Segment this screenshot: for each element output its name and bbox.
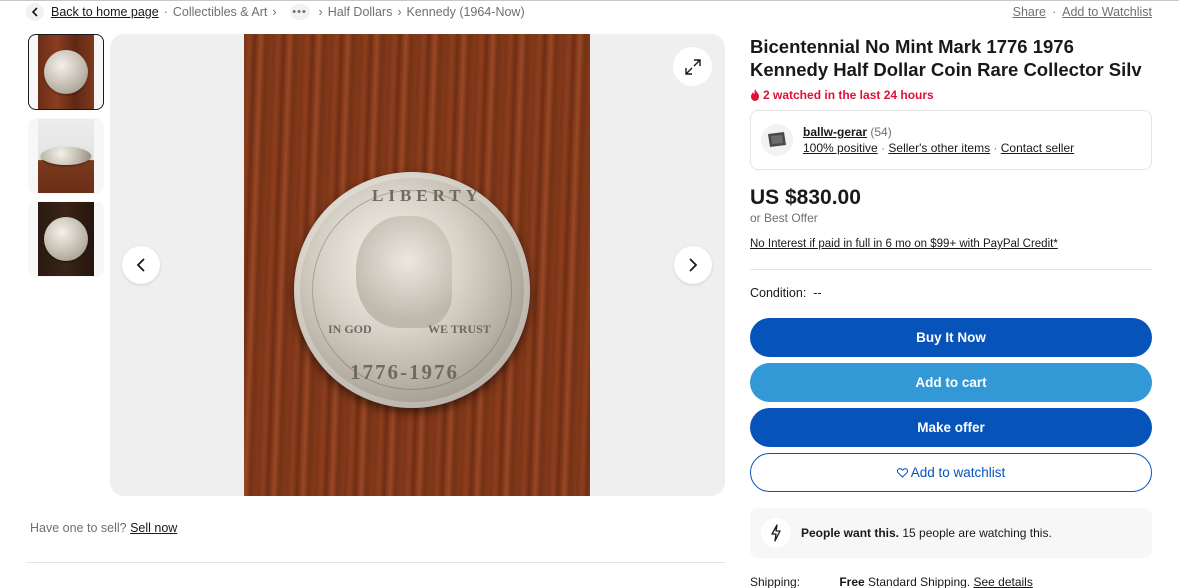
add-to-watchlist-link[interactable]: Add to Watchlist (1062, 5, 1152, 19)
heart-icon (896, 467, 908, 478)
coin-obverse-thumb (44, 50, 88, 94)
expand-image-button[interactable] (673, 47, 712, 86)
seller-logo-icon (768, 132, 786, 147)
seller-name-link[interactable]: ballw-gerar (803, 125, 867, 139)
share-link[interactable]: Share (1013, 5, 1046, 19)
coin-reverse-thumb (44, 217, 88, 261)
coin-legend: LIBERTY (372, 186, 483, 205)
thumbnail-1[interactable] (28, 34, 104, 110)
section-divider (750, 269, 1152, 270)
breadcrumb-more-button[interactable]: ••• (289, 4, 310, 20)
demand-text: People want this. 15 people are watching… (801, 526, 1052, 540)
seller-feedback-count: (54) (870, 125, 892, 139)
make-offer-button[interactable]: Make offer (750, 408, 1152, 447)
condition-row: Condition: -- (750, 286, 822, 300)
condition-value: -- (813, 286, 822, 300)
chevron-right-icon: › (397, 5, 402, 19)
shipping-label: Shipping: (750, 575, 801, 588)
paypal-credit-link[interactable]: No Interest if paid in full in 6 mo on $… (750, 238, 1058, 250)
breadcrumb-half-dollars[interactable]: Half Dollars (328, 5, 393, 19)
shipping-row: Shipping: Free Standard Shipping. See de… (750, 575, 1033, 588)
shipping-details-link[interactable]: See details (973, 575, 1032, 588)
coin-edge-thumb (41, 147, 91, 165)
breadcrumb-collectibles[interactable]: Collectibles & Art (173, 5, 267, 19)
listing-title: Bicentennial No Mint Mark 1776 1976 Kenn… (750, 36, 1142, 80)
thumbnail-image (38, 119, 94, 193)
thumbnail-2[interactable] (28, 118, 104, 194)
buy-it-now-button[interactable]: Buy It Now (750, 318, 1152, 357)
thumbnail-image (38, 202, 94, 276)
main-photo: LIBERTY IN GOD WE TRUST 1776-1976 (244, 34, 590, 496)
next-image-button[interactable] (674, 246, 712, 284)
chevron-right-icon: › (272, 5, 277, 19)
thumbnail-image (38, 35, 94, 109)
breadcrumb-separator: · (163, 5, 168, 19)
shipping-free: Free (839, 575, 865, 588)
seller-name-line: ballw-gerar (54) (803, 125, 892, 139)
section-divider (26, 562, 725, 563)
sell-now-link[interactable]: Sell now (130, 521, 177, 535)
expand-icon (684, 58, 701, 75)
contact-seller-link[interactable]: Contact seller (1001, 141, 1074, 155)
seller-links: 100% positive · Seller's other items · C… (803, 141, 1074, 155)
top-divider (0, 0, 1179, 1)
seller-avatar[interactable] (761, 124, 793, 156)
thumbnail-3[interactable] (28, 201, 104, 277)
chevron-left-icon (136, 258, 145, 272)
coin-motto-left: IN GOD (328, 322, 372, 336)
add-to-watchlist-label: Add to watchlist (910, 465, 1006, 480)
chevron-right-icon: › (318, 5, 323, 19)
back-to-home-link[interactable]: Back to home page (51, 5, 159, 19)
best-offer-note: or Best Offer (750, 211, 818, 225)
link-separator: · (993, 141, 1001, 155)
main-image-viewer[interactable]: LIBERTY IN GOD WE TRUST 1776-1976 (110, 34, 725, 496)
add-to-watchlist-button[interactable]: Add to watchlist (750, 453, 1152, 492)
demand-banner: People want this. 15 people are watching… (750, 508, 1152, 558)
demand-headline: People want this. (801, 526, 900, 540)
add-to-cart-button[interactable]: Add to cart (750, 363, 1152, 402)
link-separator: · (1051, 5, 1057, 19)
coin-portrait (356, 216, 452, 328)
sell-prompt: Have one to sell? Sell now (30, 521, 177, 535)
breadcrumb-kennedy[interactable]: Kennedy (1964-Now) (407, 5, 525, 19)
coin-image: LIBERTY IN GOD WE TRUST 1776-1976 (294, 172, 530, 408)
coin-date: 1776-1976 (350, 360, 459, 384)
flame-icon (751, 89, 759, 101)
seller-other-items-link[interactable]: Seller's other items (888, 141, 990, 155)
lightning-icon (761, 518, 791, 548)
demand-detail: 15 people are watching this. (902, 526, 1052, 540)
seller-card: ballw-gerar (54) 100% positive · Seller'… (750, 110, 1152, 170)
watch-count-alert: 2 watched in the last 24 hours (750, 88, 934, 102)
sell-prompt-text: Have one to sell? (30, 521, 127, 535)
chevron-right-icon (689, 258, 698, 272)
condition-label: Condition: (750, 286, 807, 300)
breadcrumb: Back to home page · Collectibles & Art ›… (26, 3, 525, 21)
shipping-method: Standard Shipping. (868, 575, 971, 588)
back-chevron-icon[interactable] (26, 3, 44, 21)
top-actions: Share · Add to Watchlist (1013, 3, 1152, 21)
price: US $830.00 (750, 186, 861, 209)
previous-image-button[interactable] (122, 246, 160, 284)
watch-count-text: 2 watched in the last 24 hours (763, 88, 934, 102)
seller-positive-link[interactable]: 100% positive (803, 141, 878, 155)
coin-motto-right: WE TRUST (428, 322, 491, 336)
